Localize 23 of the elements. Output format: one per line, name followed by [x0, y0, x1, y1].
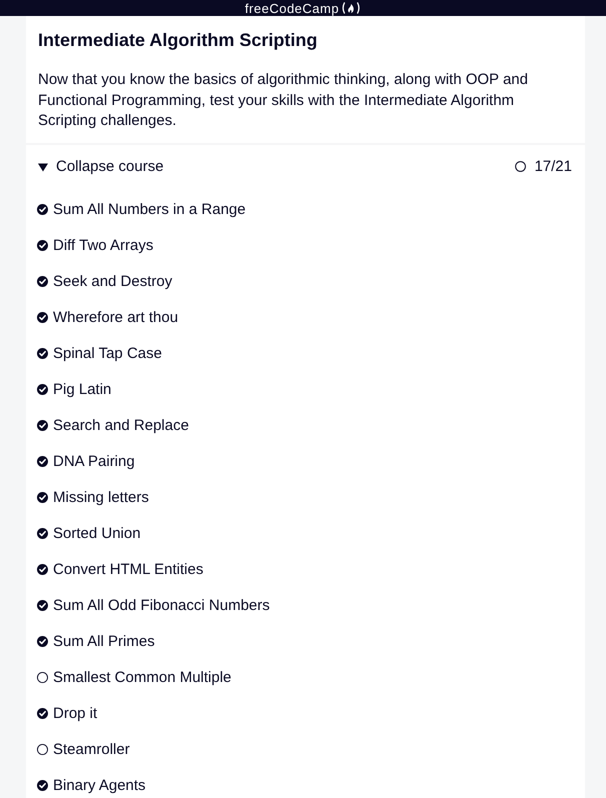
- challenge-link[interactable]: Steamroller: [37, 740, 130, 760]
- challenge-link[interactable]: Sum All Numbers in a Range: [37, 200, 246, 220]
- progress-count: 17/21: [534, 156, 572, 176]
- challenge-link[interactable]: DNA Pairing: [37, 452, 135, 472]
- challenge-link[interactable]: Missing letters: [37, 488, 149, 508]
- challenge-link[interactable]: Sum All Primes: [37, 632, 155, 652]
- challenge-link[interactable]: Sorted Union: [37, 524, 141, 544]
- course-description: Now that you know the basics of algorithmic thinking, along with OOP and Functional Programming, test your skills with the Intermediate Algorithm Scripting challenges.: [38, 70, 529, 131]
- challenge-link[interactable]: Search and Replace: [37, 416, 189, 436]
- challenge-link[interactable]: Seek and Destroy: [37, 272, 172, 292]
- logo-text[interactable]: freeCodeCamp: [244, 0, 340, 16]
- challenge-link[interactable]: Wherefore art thou: [37, 308, 178, 328]
- challenge-link[interactable]: Spinal Tap Case: [37, 344, 162, 364]
- challenge-link[interactable]: Pig Latin: [37, 380, 112, 400]
- course-title: Intermediate Algorithm Scripting: [38, 29, 318, 52]
- challenge-link[interactable]: Convert HTML Entities: [37, 560, 204, 580]
- challenge-link[interactable]: Sum All Odd Fibonacci Numbers: [37, 596, 270, 616]
- collapse-course-button[interactable]: Collapse course: [37, 156, 164, 176]
- challenge-link[interactable]: Binary Agents: [37, 776, 146, 796]
- flame-icon: [341, 2, 362, 14]
- challenge-link[interactable]: Drop it: [37, 704, 98, 724]
- challenge-link[interactable]: Diff Two Arrays: [37, 236, 154, 256]
- challenge-link[interactable]: Smallest Common Multiple: [37, 668, 232, 688]
